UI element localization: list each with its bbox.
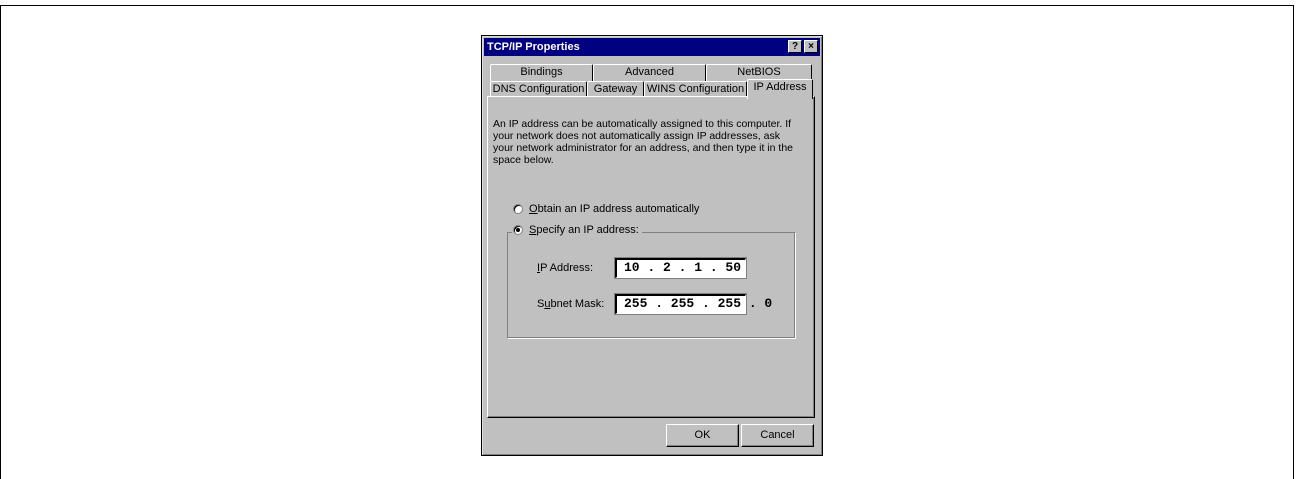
tab-advanced[interactable]: Advanced [593,64,706,81]
subnet-mask-field[interactable]: 255 . 255 . 255 . 0 [615,294,772,314]
tab-ip-address[interactable]: IP Address [747,79,813,99]
specify-ip-label: Specify an IP address: [529,224,639,236]
cancel-button[interactable]: Cancel [741,424,814,447]
obtain-ip-radio[interactable] [513,204,523,214]
obtain-ip-option[interactable]: Obtain an IP address automatically [513,203,699,215]
help-button[interactable]: ? [788,40,802,53]
ip-address-field[interactable]: 10 . 2 . 1 . 50 [615,258,746,278]
ip-address-label: IP Address: [537,262,594,274]
title-bar[interactable]: TCP/IP Properties ? × [484,38,820,56]
specify-ip-radio[interactable] [513,225,523,235]
window-title: TCP/IP Properties [487,41,580,53]
obtain-ip-label: Obtain an IP address automatically [529,203,700,215]
ok-button[interactable]: OK [666,424,739,447]
close-button[interactable]: × [804,40,818,53]
specify-ip-groupbox [507,232,795,338]
tab-bindings[interactable]: Bindings [490,64,593,81]
subnet-mask-label: Subnet Mask: [537,298,605,310]
description-text: An IP address can be automatically assig… [493,118,793,166]
specify-ip-option[interactable]: Specify an IP address: [512,224,642,236]
